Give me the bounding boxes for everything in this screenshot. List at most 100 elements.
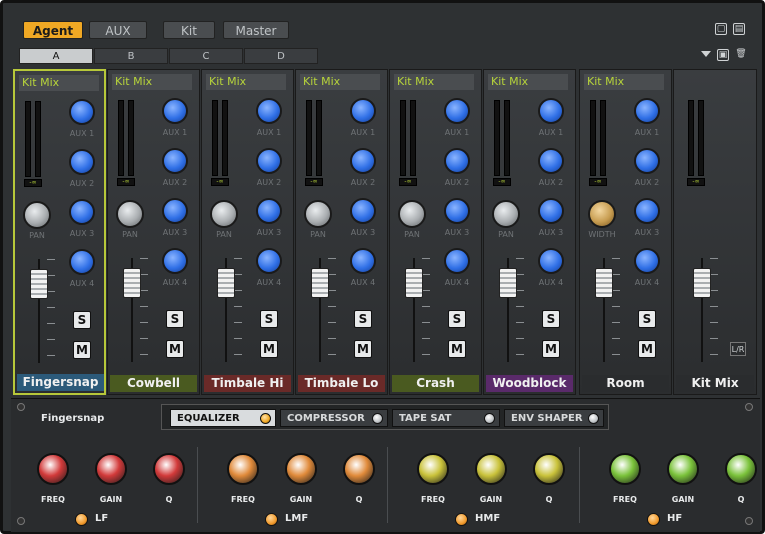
lmf-freq-knob[interactable] [227,453,259,485]
tab-master[interactable]: Master [223,21,289,39]
aux-3-knob[interactable] [350,198,376,224]
lf-gain-knob[interactable] [95,453,127,485]
hmf-gain-knob[interactable] [475,453,507,485]
output-select[interactable]: Kit Mix [300,74,380,90]
lf-freq-knob[interactable] [37,453,69,485]
mute-button[interactable]: M [73,341,91,359]
hmf-band-enable-led[interactable] [455,513,468,526]
volume-fader[interactable] [311,268,329,298]
subtab-a[interactable]: A [19,48,93,64]
aux-2-knob[interactable] [350,148,376,174]
lf-q-knob[interactable] [153,453,185,485]
aux-3-knob[interactable] [444,198,470,224]
width-knob[interactable] [588,200,616,228]
aux-3-knob[interactable] [69,199,95,225]
mute-button[interactable]: M [448,340,466,358]
volume-fader[interactable] [595,268,613,298]
mute-button[interactable]: M [354,340,372,358]
master-strip[interactable]: -∞ L/R Kit Mix [673,69,757,395]
channel-strip-fingersnap[interactable]: Kit Mix -∞ AUX 1 AUX 2 AUX 3 AUX 4 PAN S M Finger… [13,69,106,395]
aux-1-knob[interactable] [162,98,188,124]
aux-3-knob[interactable] [162,198,188,224]
aux-3-knob[interactable] [256,198,282,224]
hmf-q-knob[interactable] [533,453,565,485]
channel-strip-room[interactable]: Kit Mix -∞ AUX 1 AUX 2 AUX 3 AUX 4 WIDTH S M Room [579,69,672,395]
solo-button[interactable]: S [73,311,91,329]
dropdown-arrow-icon[interactable] [701,51,711,57]
hf-q-knob[interactable] [725,453,757,485]
aux-1-knob[interactable] [538,98,564,124]
tab-agent[interactable]: Agent [23,21,83,39]
output-select[interactable]: Kit Mix [112,74,192,90]
save-icon[interactable]: ▣ [717,49,729,61]
window-icon[interactable]: ▢ [715,23,727,35]
volume-fader[interactable] [405,268,423,298]
channel-strip-crash[interactable]: Kit Mix -∞ AUX 1 AUX 2 AUX 3 AUX 4 PAN S M Crash [389,69,482,395]
solo-button[interactable]: S [260,310,278,328]
aux-3-knob[interactable] [538,198,564,224]
lr-button[interactable]: L/R [730,342,746,356]
volume-fader[interactable] [217,268,235,298]
subtab-b[interactable]: B [94,48,168,64]
solo-button[interactable]: S [354,310,372,328]
pan-knob[interactable] [304,200,332,228]
master-volume-fader[interactable] [693,268,711,298]
pan-knob[interactable] [116,200,144,228]
output-select[interactable]: Kit Mix [19,75,99,91]
output-select[interactable]: Kit Mix [584,74,664,90]
mute-button[interactable]: M [542,340,560,358]
tab-kit[interactable]: Kit [163,21,215,39]
channel-strip-woodblock[interactable]: Kit Mix -∞ AUX 1 AUX 2 AUX 3 AUX 4 PAN S M Woodbl… [483,69,576,395]
aux-4-knob[interactable] [350,248,376,274]
aux-1-knob[interactable] [350,98,376,124]
output-select[interactable]: Kit Mix [488,74,568,90]
channel-strip-timbale-lo[interactable]: Kit Mix -∞ AUX 1 AUX 2 AUX 3 AUX 4 PAN S M Timbal… [295,69,388,395]
trash-icon[interactable]: 🗑 [735,49,747,61]
hf-gain-knob[interactable] [667,453,699,485]
subtab-d[interactable]: D [244,48,318,64]
pan-knob[interactable] [398,200,426,228]
output-select[interactable]: Kit Mix [206,74,286,90]
lmf-q-knob[interactable] [343,453,375,485]
output-select[interactable]: Kit Mix [394,74,474,90]
volume-fader[interactable] [30,269,48,299]
aux-1-knob[interactable] [69,99,95,125]
lmf-gain-knob[interactable] [285,453,317,485]
lmf-band-enable-led[interactable] [265,513,278,526]
fx-enable-led[interactable] [588,413,599,424]
aux-2-knob[interactable] [256,148,282,174]
volume-fader[interactable] [123,268,141,298]
aux-4-knob[interactable] [444,248,470,274]
hf-band-enable-led[interactable] [647,513,660,526]
aux-2-knob[interactable] [538,148,564,174]
aux-2-knob[interactable] [444,148,470,174]
channel-strip-cowbell[interactable]: Kit Mix -∞ AUX 1 AUX 2 AUX 3 AUX 4 PAN S M Cowbel… [107,69,200,395]
mute-button[interactable]: M [166,340,184,358]
mute-button[interactable]: M [638,340,656,358]
solo-button[interactable]: S [166,310,184,328]
mute-button[interactable]: M [260,340,278,358]
solo-button[interactable]: S [542,310,560,328]
aux-2-knob[interactable] [634,148,660,174]
subtab-c[interactable]: C [169,48,243,64]
volume-fader[interactable] [499,268,517,298]
aux-1-knob[interactable] [444,98,470,124]
aux-1-knob[interactable] [634,98,660,124]
lf-band-enable-led[interactable] [75,513,88,526]
aux-3-knob[interactable] [634,198,660,224]
pan-knob[interactable] [492,200,520,228]
fx-tab-equalizer[interactable]: EQUALIZER [170,409,276,427]
split-icon[interactable]: ▤ [733,23,745,35]
aux-1-knob[interactable] [256,98,282,124]
fx-tab-env-shaper[interactable]: ENV SHAPER [504,409,604,427]
aux-2-knob[interactable] [69,149,95,175]
solo-button[interactable]: S [448,310,466,328]
fx-enable-led[interactable] [372,413,383,424]
aux-4-knob[interactable] [256,248,282,274]
fx-tab-tape-sat[interactable]: TAPE SAT [392,409,500,427]
aux-4-knob[interactable] [538,248,564,274]
aux-4-knob[interactable] [634,248,660,274]
aux-2-knob[interactable] [162,148,188,174]
aux-4-knob[interactable] [162,248,188,274]
fx-enable-led[interactable] [260,413,271,424]
